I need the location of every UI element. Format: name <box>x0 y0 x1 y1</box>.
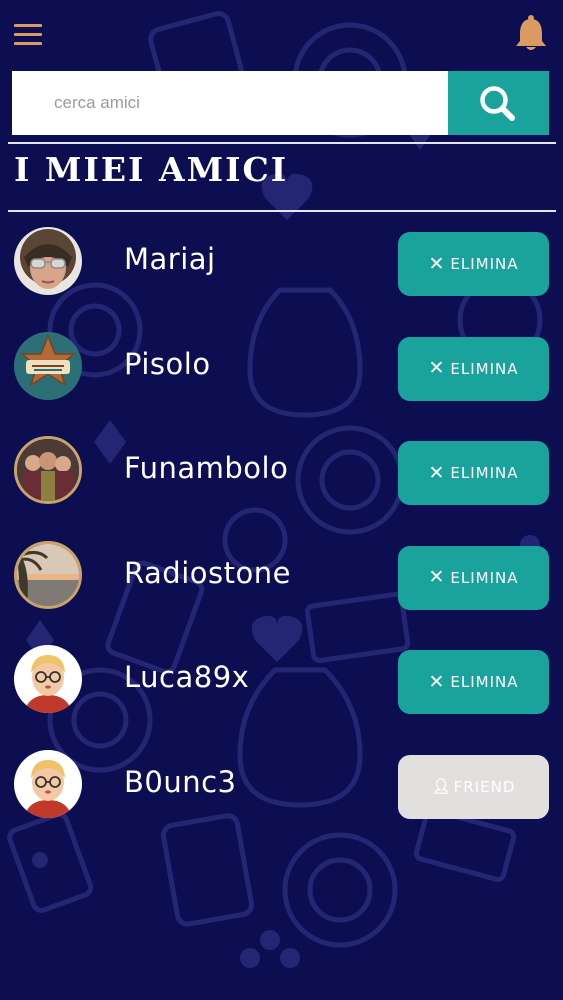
friends-list: Mariaj ✕ ELIMINA Pisolo ✕ ELIMINA Funamb… <box>0 222 563 849</box>
button-label: ELIMINA <box>450 464 519 482</box>
friend-row: Luca89x ✕ ELIMINA <box>0 640 563 745</box>
close-icon: ✕ <box>428 357 446 379</box>
delete-friend-button[interactable]: ✕ ELIMINA <box>398 441 549 505</box>
avatar[interactable] <box>14 227 82 295</box>
section-title: I MIEI AMICI <box>14 150 289 189</box>
avatar[interactable] <box>14 540 82 609</box>
friend-row: Mariaj ✕ ELIMINA <box>0 222 563 327</box>
friend-row: B0unc3 👤︎ FRIEND <box>0 745 563 850</box>
button-label: FRIEND <box>453 777 516 796</box>
friend-name: Radiostone <box>124 555 291 590</box>
close-icon: ✕ <box>428 252 446 275</box>
divider-bottom <box>8 210 556 212</box>
delete-friend-button[interactable]: ✕ ELIMINA <box>398 336 549 401</box>
avatar[interactable] <box>14 436 82 504</box>
top-bar <box>0 0 563 68</box>
search-icon <box>480 86 515 121</box>
friend-name: Mariaj <box>124 242 216 276</box>
avatar[interactable] <box>14 749 82 818</box>
button-label: ELIMINA <box>450 359 519 378</box>
friend-row: Radiostone ✕ ELIMINA <box>0 536 563 641</box>
friend-row: Funambolo ✕ ELIMINA <box>0 431 563 536</box>
hamburger-menu-icon[interactable] <box>14 22 44 46</box>
delete-friend-button[interactable]: ✕ ELIMINA <box>398 232 549 296</box>
friend-name: B0unc3 <box>124 764 237 799</box>
add-friend-button[interactable]: 👤︎ FRIEND <box>398 754 549 819</box>
delete-friend-button[interactable]: ✕ ELIMINA <box>398 545 549 610</box>
friend-name: Funambolo <box>124 451 289 485</box>
divider-top <box>8 142 556 144</box>
avatar[interactable] <box>14 331 82 400</box>
search-bar <box>12 71 549 135</box>
search-input[interactable] <box>12 71 448 135</box>
avatar[interactable] <box>14 645 82 713</box>
close-icon: ✕ <box>428 566 446 588</box>
search-button[interactable] <box>448 71 549 135</box>
person-icon: 👤︎ <box>431 777 452 795</box>
close-icon: ✕ <box>428 670 446 693</box>
close-icon: ✕ <box>428 461 446 484</box>
friend-name: Pisolo <box>124 346 211 381</box>
button-label: ELIMINA <box>450 568 519 587</box>
friend-row: Pisolo ✕ ELIMINA <box>0 327 563 432</box>
notification-bell-icon[interactable] <box>513 14 549 52</box>
delete-friend-button[interactable]: ✕ ELIMINA <box>398 650 549 714</box>
button-label: ELIMINA <box>450 673 519 691</box>
button-label: ELIMINA <box>450 255 519 273</box>
friend-name: Luca89x <box>124 660 250 694</box>
